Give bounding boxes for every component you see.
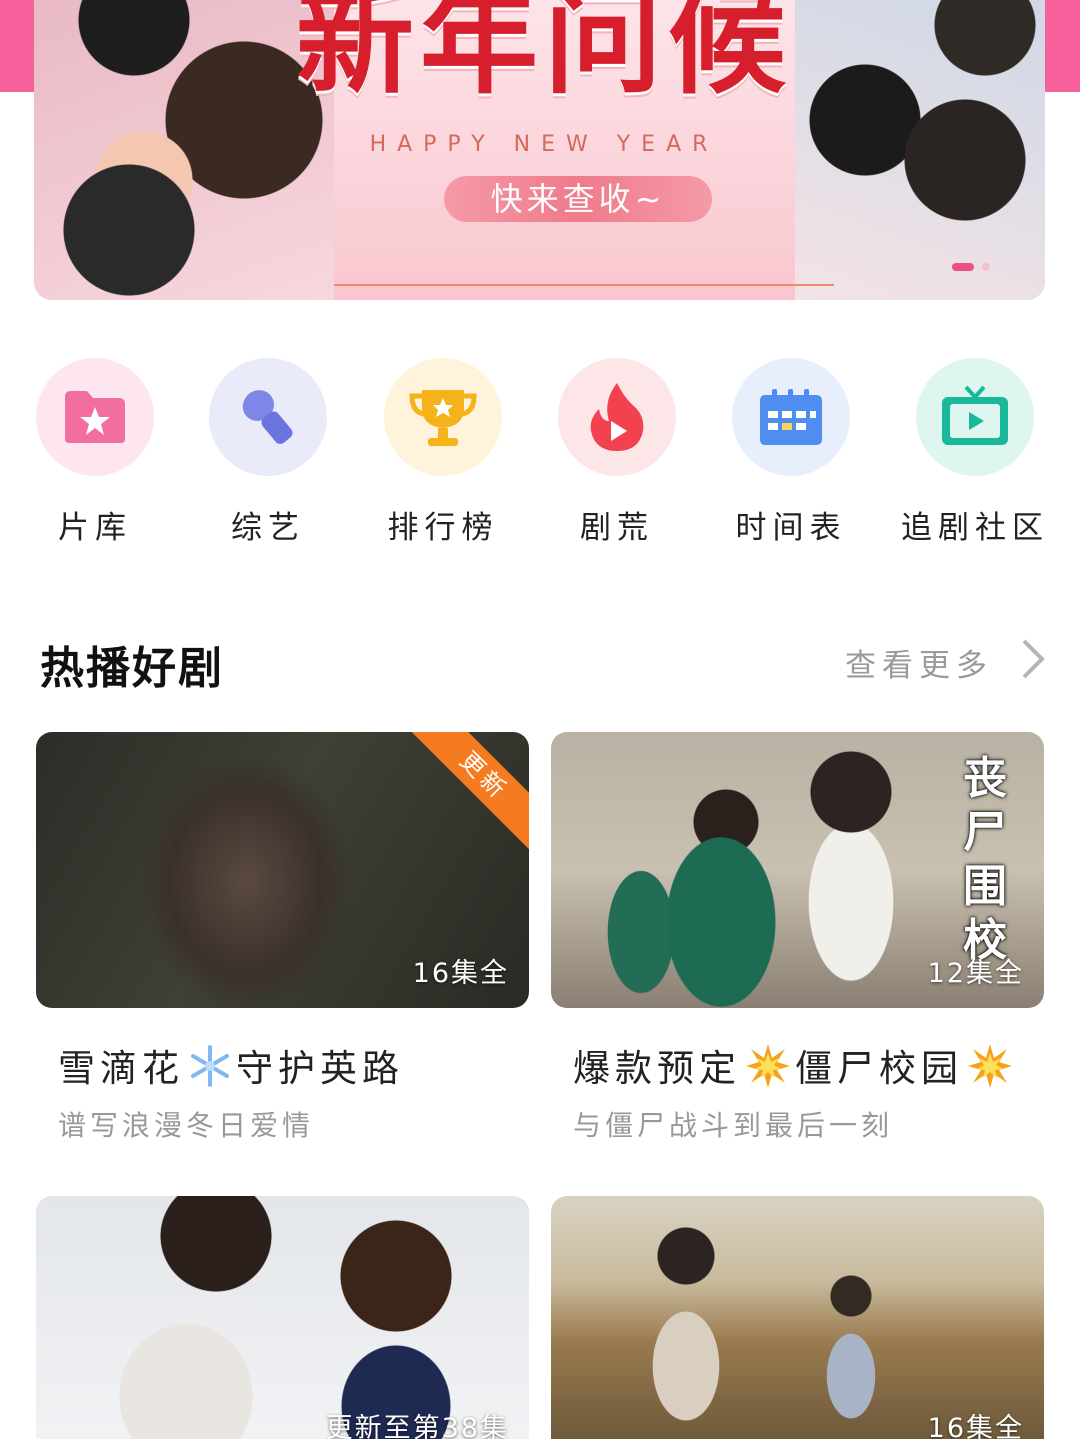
drama-title-part: 爆款预定 <box>573 1047 741 1090</box>
episode-count: 16集全 <box>927 1413 1024 1439</box>
explosion-icon <box>967 1043 1013 1098</box>
folder-star-icon <box>36 358 154 476</box>
category-drama-shortage[interactable]: 剧荒 <box>542 350 692 547</box>
category-schedule[interactable]: 时间表 <box>716 350 866 547</box>
category-library[interactable]: 片库 <box>20 350 170 547</box>
update-badge: 更新 <box>409 732 529 851</box>
drama-card[interactable]: 16集全 <box>551 1196 1044 1439</box>
banner-subtitle: HAPPY NEW YEAR <box>369 132 719 157</box>
banner-artwork-right <box>795 0 1045 300</box>
drama-card[interactable]: 丧尸围校 12集全 爆款预定 僵尸校园 与僵尸战斗到最后一刻 <box>551 732 1044 1142</box>
drama-title-part: 守护英路 <box>236 1047 404 1090</box>
promo-banner[interactable]: 新年问候 HAPPY NEW YEAR 快来查收~ <box>34 0 1045 300</box>
drama-thumbnail[interactable]: 16集全 <box>551 1196 1044 1439</box>
see-more-link[interactable]: 查看更多 <box>845 640 993 685</box>
poster-title: 丧尸围校 <box>963 753 1007 966</box>
category-label: 剧荒 <box>580 510 654 546</box>
drama-title: 爆款预定 僵尸校园 <box>573 1038 1017 1098</box>
drama-card[interactable]: 更新 16集全 雪滴花 守护英路 谱写浪漫冬日爱情 <box>36 732 529 1142</box>
drama-thumbnail[interactable]: 更新至第38集 <box>36 1196 529 1439</box>
trophy-icon <box>384 358 502 476</box>
calendar-icon <box>732 358 850 476</box>
category-ranking[interactable]: 排行榜 <box>368 350 518 547</box>
chevron-right-icon[interactable] <box>1018 637 1048 685</box>
category-label: 追剧社区 <box>901 510 1049 546</box>
drama-thumbnail[interactable]: 丧尸围校 12集全 <box>551 732 1044 1008</box>
drama-title: 雪滴花 守护英路 <box>58 1038 404 1097</box>
explosion-icon <box>745 1043 791 1098</box>
section-title: 热播好剧 <box>40 643 224 694</box>
flame-play-icon <box>558 358 676 476</box>
episode-count: 12集全 <box>927 958 1024 989</box>
microphone-icon <box>209 358 327 476</box>
snowflake-icon <box>188 1044 232 1097</box>
pagination-dot <box>982 263 990 271</box>
drama-card[interactable]: 更新至第38集 <box>36 1196 529 1439</box>
tv-icon <box>916 358 1034 476</box>
drama-thumbnail[interactable]: 更新 16集全 <box>36 732 529 1008</box>
category-variety[interactable]: 综艺 <box>193 350 343 547</box>
banner-divider <box>334 284 834 286</box>
category-label: 片库 <box>58 510 132 546</box>
category-shortcuts: 片库 综艺 排行榜 剧荒 时间表 追剧社区 <box>0 350 1080 550</box>
category-community[interactable]: 追剧社区 <box>900 350 1050 547</box>
episode-count: 更新至第38集 <box>325 1413 509 1439</box>
banner-pagination <box>952 263 990 271</box>
drama-description: 谱写浪漫冬日爱情 <box>58 1109 315 1142</box>
episode-count: 16集全 <box>412 958 509 989</box>
banner-title: 新年问候 <box>295 0 792 110</box>
drama-title-part: 僵尸校园 <box>795 1047 963 1090</box>
drama-title-part: 雪滴花 <box>58 1047 184 1090</box>
pagination-dot-active <box>952 263 974 271</box>
category-label: 时间表 <box>735 510 847 546</box>
drama-description: 与僵尸战斗到最后一刻 <box>573 1109 894 1142</box>
category-label: 综艺 <box>231 510 305 546</box>
banner-cta-button[interactable]: 快来查收~ <box>444 176 712 222</box>
category-label: 排行榜 <box>387 510 499 546</box>
